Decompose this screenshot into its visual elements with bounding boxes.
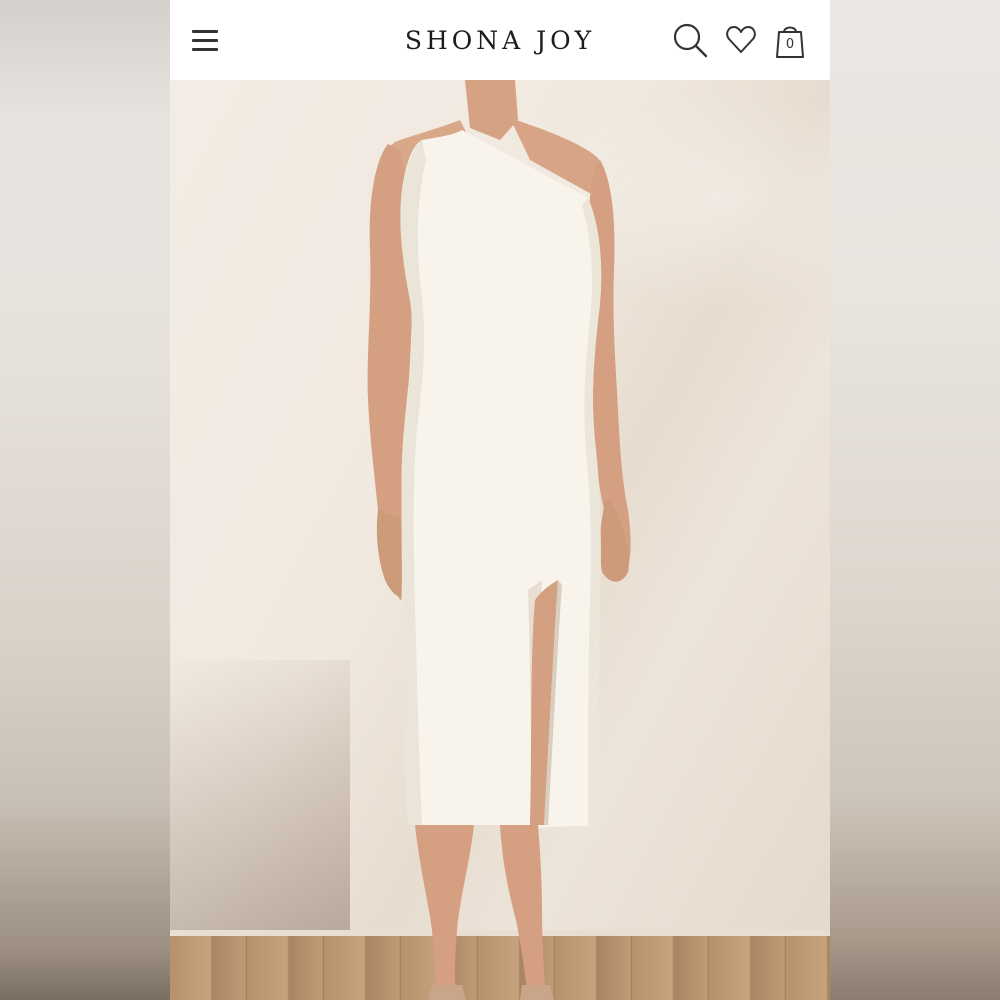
- blurred-background-right: [830, 0, 1000, 1000]
- product-hero-image[interactable]: [170, 80, 830, 1000]
- mobile-screen: SHONA JOY 0: [170, 0, 830, 1000]
- shopping-bag-button[interactable]: 0: [774, 22, 806, 60]
- search-icon[interactable]: [670, 20, 710, 60]
- heart-icon[interactable]: [725, 24, 757, 56]
- cart-count: 0: [785, 37, 795, 52]
- model-in-white-dress-image: [367, 80, 631, 1000]
- site-header: SHONA JOY 0: [170, 0, 830, 80]
- blurred-background-left: [0, 0, 170, 1000]
